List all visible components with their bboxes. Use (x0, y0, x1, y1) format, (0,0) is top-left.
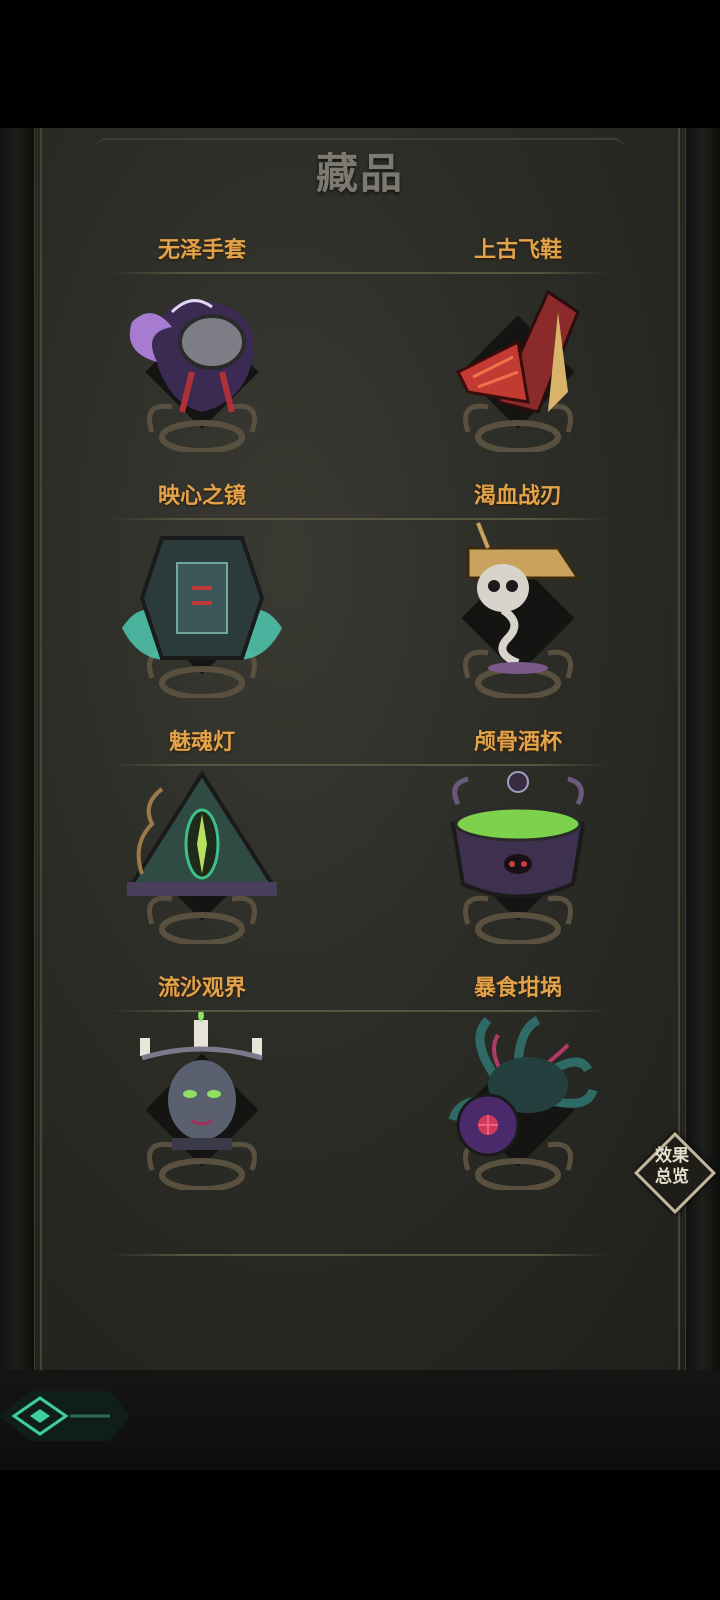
item-name: 魅魂灯 (168, 729, 235, 755)
eye-altar-icon (127, 770, 277, 944)
item-name: 渴血战刃 (473, 483, 562, 509)
item-name: 暴食坩埚 (473, 975, 562, 1001)
collection-item[interactable]: 流沙观界 (82, 970, 322, 1220)
page-title: 藏品 (315, 149, 404, 198)
collection-item[interactable]: 上古飞鞋 (398, 232, 638, 482)
tentacle-orb-icon (448, 1015, 598, 1190)
row-divider (110, 764, 610, 766)
item-name: 颅骨酒杯 (473, 729, 562, 755)
collection-item[interactable]: 暴食坩埚 (398, 970, 638, 1220)
skull-goblet-icon (461, 522, 581, 698)
winged-boot-icon (455, 289, 580, 452)
item-name: 映心之镜 (157, 483, 246, 509)
left-frame (0, 128, 35, 1370)
effects-overview-button[interactable]: 效果 总览 (633, 1131, 717, 1215)
collection-item[interactable]: 渴血战刃 (398, 478, 638, 728)
collection-item[interactable]: 无泽手套 (82, 232, 322, 482)
gauntlet-icon (129, 299, 259, 452)
collection-item[interactable]: 颅骨酒杯 (398, 724, 638, 974)
row-divider (110, 1254, 610, 1256)
item-name: 无泽手套 (157, 237, 246, 263)
effects-overview-label: 效果 总览 (655, 1146, 689, 1187)
item-name: 上古飞鞋 (473, 237, 562, 263)
item-name: 流沙观界 (157, 975, 246, 1001)
candelabra-icon (140, 1010, 263, 1190)
collection-screen: 藏品 无泽手套 上古飞鞋 映心之镜 渴血战刃 魅魂灯 颅骨酒杯 流沙观界 暴食坩… (0, 0, 720, 1600)
row-divider (110, 272, 610, 274)
collection-item[interactable]: 映心之镜 (82, 478, 322, 728)
mirror-icon (122, 536, 282, 698)
row-divider (110, 1010, 610, 1012)
row-divider (110, 518, 610, 520)
cauldron-icon (450, 771, 586, 944)
back-button[interactable] (0, 1386, 130, 1446)
collection-item[interactable]: 魅魂灯 (82, 724, 322, 974)
